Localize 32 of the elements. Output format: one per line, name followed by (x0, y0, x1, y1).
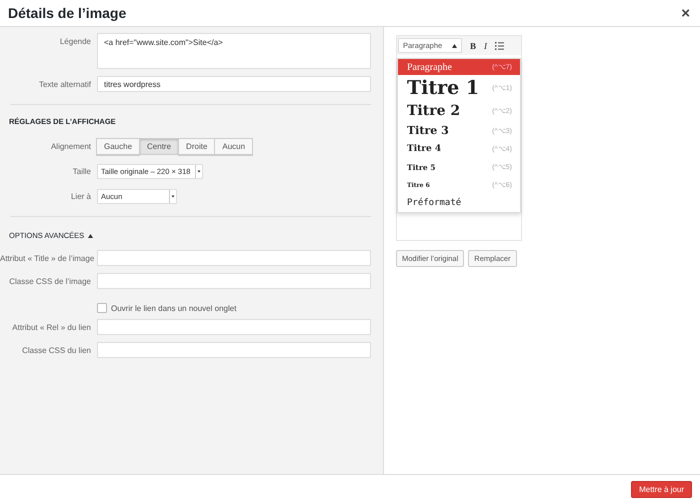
field-label: Légende (58, 36, 92, 46)
dialog-title: Détails de l’image (8, 5, 126, 21)
alignment-button[interactable]: Aucun (214, 138, 254, 155)
field-label: Classe CSS de l’image (8, 276, 92, 286)
text-field[interactable] (97, 342, 371, 358)
alignment-button[interactable]: Gauche (96, 138, 140, 155)
format-menu-item[interactable]: Préformaté (398, 194, 520, 212)
caret-icon (452, 44, 457, 48)
bold-button[interactable]: B (470, 40, 476, 50)
caret-icon (169, 190, 176, 203)
checkbox-label: Ouvrir le lien dans un nouvel onglet (111, 304, 236, 312)
update-button[interactable]: Mettre à jour (631, 481, 692, 498)
list-icon[interactable] (495, 42, 504, 50)
alignment-button[interactable]: Centre (139, 138, 180, 155)
close-button[interactable]: × (681, 4, 690, 22)
field-label: Alignement (50, 142, 92, 151)
field-label: Attribut « Rel » du lien (11, 322, 92, 332)
text-field[interactable] (97, 250, 371, 266)
alignment-button[interactable]: Droite (178, 138, 216, 155)
field-label: Attribut « Title » de l’image (0, 254, 96, 262)
caret-icon (88, 234, 94, 238)
italic-button[interactable]: I (484, 40, 488, 50)
text-field[interactable] (97, 319, 371, 335)
field-label: Texte alternatif (38, 80, 92, 88)
caret-icon (195, 165, 202, 178)
checkbox[interactable] (97, 303, 107, 313)
field-label: Classe CSS du lien (21, 346, 92, 354)
text-field[interactable]: titres wordpress (97, 76, 371, 92)
field-label: Taille (72, 167, 92, 176)
caption-field[interactable]: <a href="www.site.com">Site</a> (97, 33, 371, 69)
field-label: Lier à (70, 192, 92, 201)
text-field[interactable] (97, 273, 371, 289)
